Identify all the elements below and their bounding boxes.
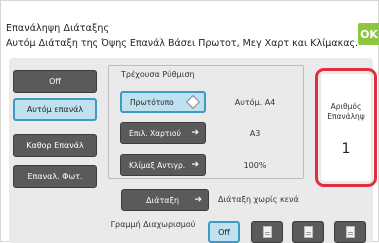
dialog-title: Επανάληψη Διάταξης <box>6 23 110 34</box>
separation-line-option-3[interactable] <box>334 221 366 243</box>
mode-specify-repeat-button[interactable]: Καθορ Επανάλ <box>13 134 97 157</box>
original-value: Αυτόμ. A4 <box>234 98 276 107</box>
separation-line-option-2[interactable] <box>292 221 324 243</box>
original-button[interactable]: Πρωτότυπο <box>120 91 206 113</box>
document-icon <box>303 226 313 238</box>
original-button-label: Πρωτότυπο <box>130 97 174 107</box>
separation-line-off-button[interactable]: Off <box>208 221 240 243</box>
mode-photo-repeat-button[interactable]: Επαναλ. Φωτ. <box>13 165 97 188</box>
highlight-frame <box>315 68 377 187</box>
separation-line-option-1[interactable] <box>251 221 283 243</box>
arrow-right-icon: ➔ <box>191 160 199 170</box>
paper-value: A3 <box>249 129 261 138</box>
copy-ratio-label: Κλίμαξ Αντιγρ. <box>129 160 186 170</box>
document-icon <box>345 226 355 238</box>
diamond-icon <box>185 94 201 110</box>
document-icon <box>262 226 272 238</box>
copy-ratio-value: 100% <box>243 161 267 170</box>
copy-ratio-button[interactable]: Κλίμαξ Αντιγρ. ➔ <box>120 154 206 176</box>
current-settings-title: Τρέχουσα Ρύθμιση <box>121 70 195 79</box>
dialog-window: Επανάληψη Διάταξης Αυτόμ Διάταξη της Όψη… <box>0 0 379 243</box>
layout-button-label: Διάταξη <box>146 195 180 205</box>
layout-button[interactable]: Διάταξη ➔ <box>121 189 209 211</box>
paper-select-label: Επιλ. Χαρτιού <box>129 128 181 138</box>
arrow-right-icon: ➔ <box>194 195 202 205</box>
mode-off-button[interactable]: Off <box>13 70 97 93</box>
separation-line-label: Γραμμή Διαχωρισμού <box>110 220 196 229</box>
paper-select-button[interactable]: Επιλ. Χαρτιού ➔ <box>120 122 206 144</box>
dialog-description: Αυτόμ Διάταξη της Όψης Επανάλ Βάσει Πρωτ… <box>6 38 359 49</box>
arrow-right-icon: ➔ <box>191 128 199 138</box>
mode-auto-repeat-button[interactable]: Αυτόμ επανάλ <box>13 98 97 121</box>
ok-button[interactable]: OK <box>358 23 379 45</box>
layout-value: Διάταξη χωρίς κενά <box>218 195 299 204</box>
